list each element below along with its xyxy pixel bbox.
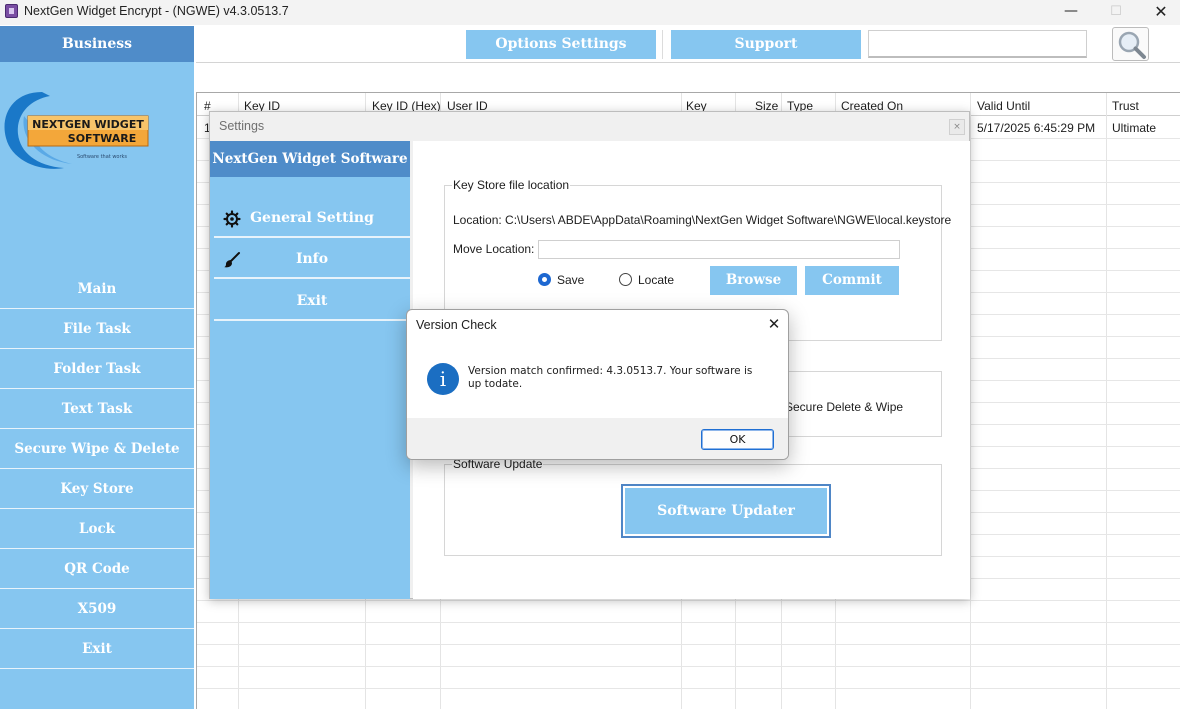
settings-nav-info[interactable]: Info (214, 239, 410, 279)
logo-line-1: NEXTGEN WIDGET (32, 118, 144, 131)
settings-nav-header: NextGen Widget Software (210, 141, 410, 177)
column-divider (970, 93, 971, 709)
dialog-message: Version match confirmed: 4.3.0513.7. You… (468, 365, 753, 390)
software-update-groupbox: Software Update Software Updater (444, 457, 942, 556)
row-divider (197, 622, 1180, 623)
gear-icon (223, 210, 241, 228)
sidebar-header-business[interactable]: Business (0, 26, 194, 62)
close-window-button[interactable]: ✕ (1138, 0, 1180, 25)
magnifier-icon (1118, 31, 1146, 59)
dialog-footer: OK (407, 418, 788, 459)
column-divider (1106, 93, 1107, 709)
settings-nav-exit[interactable]: Exit (214, 281, 410, 321)
dialog-title: Version Check (416, 318, 497, 332)
row-divider (197, 644, 1180, 645)
brush-icon (224, 252, 240, 268)
keystore-group-title: Key Store file location (452, 178, 571, 192)
save-radio-label[interactable]: Save (557, 273, 584, 287)
settings-nav-general-setting[interactable]: General Setting (214, 198, 410, 238)
locate-radio[interactable] (619, 273, 632, 286)
cell-trust: Ultimate (1112, 121, 1157, 135)
locate-radio-label[interactable]: Locate (638, 273, 674, 287)
row-divider (197, 688, 1180, 689)
secure-delete-wipe-text: Secure Delete & Wipe (785, 400, 904, 414)
sidebar-item-lock[interactable]: Lock (0, 509, 194, 549)
keystore-location-text: Location: C:\Users\ ABDE\AppData\Roaming… (453, 213, 952, 227)
move-location-label: Move Location: (453, 242, 535, 256)
row-divider (197, 600, 1180, 601)
save-radio[interactable] (538, 273, 551, 286)
logo-tagline: Software that works (77, 154, 127, 160)
sidebar-item-x509[interactable]: X509 (0, 589, 194, 629)
support-button[interactable]: Support (671, 30, 861, 59)
column-header-trust[interactable]: Trust (1112, 99, 1139, 113)
maximize-button[interactable]: ☐ (1093, 0, 1139, 25)
search-input[interactable] (868, 30, 1087, 58)
settings-nav: NextGen Widget Software General Setting … (210, 141, 410, 599)
sidebar-item-text-task[interactable]: Text Task (0, 389, 194, 429)
settings-close-button[interactable]: × (949, 119, 965, 135)
search-button[interactable] (1112, 27, 1149, 61)
sidebar-item-secure-wipe-delete[interactable]: Secure Wipe & Delete (0, 429, 194, 469)
commit-button[interactable]: Commit (805, 266, 899, 295)
app-icon (5, 4, 18, 18)
column-header-valid-until[interactable]: Valid Until (977, 99, 1030, 113)
version-check-dialog: Version Check ✕ i Version match confirme… (406, 309, 789, 460)
browse-button[interactable]: Browse (710, 266, 797, 295)
sidebar-item-key-store[interactable]: Key Store (0, 469, 194, 509)
row-divider (197, 666, 1180, 667)
sidebar-item-folder-task[interactable]: Folder Task (0, 349, 194, 389)
sidebar-item-exit[interactable]: Exit (0, 629, 194, 669)
ok-button[interactable]: OK (701, 429, 774, 450)
move-location-input[interactable] (538, 240, 900, 259)
nextgen-logo: NEXTGEN WIDGET SOFTWARE Software that wo… (4, 92, 149, 169)
settings-title: Settings (219, 119, 265, 133)
sidebar-item-qr-code[interactable]: QR Code (0, 549, 194, 589)
minimize-button[interactable]: — (1048, 0, 1094, 25)
top-divider (196, 62, 1180, 63)
cell-valid-until: 5/17/2025 6:45:29 PM (977, 121, 1096, 135)
sidebar-item-file-task[interactable]: File Task (0, 309, 194, 349)
settings-nav-label: Exit (296, 293, 328, 309)
title-bar: NextGen Widget Encrypt - (NGWE) v4.3.051… (0, 0, 1180, 25)
logo-line-2: SOFTWARE (68, 132, 136, 145)
dialog-close-button[interactable]: ✕ (764, 314, 784, 334)
settings-nav-label: Info (295, 251, 329, 267)
info-icon: i (427, 363, 459, 395)
window-title: NextGen Widget Encrypt - (NGWE) v4.3.051… (24, 4, 289, 18)
toolbar-divider (662, 30, 663, 59)
options-settings-button[interactable]: Options Settings (466, 30, 656, 59)
sidebar-item-main[interactable]: Main (0, 269, 194, 309)
software-updater-button[interactable]: Software Updater (621, 484, 831, 538)
settings-nav-label: General Setting (250, 210, 374, 226)
main-sidebar: Business NEXTGEN WIDGET SOFTWARE Softwar… (0, 26, 194, 709)
